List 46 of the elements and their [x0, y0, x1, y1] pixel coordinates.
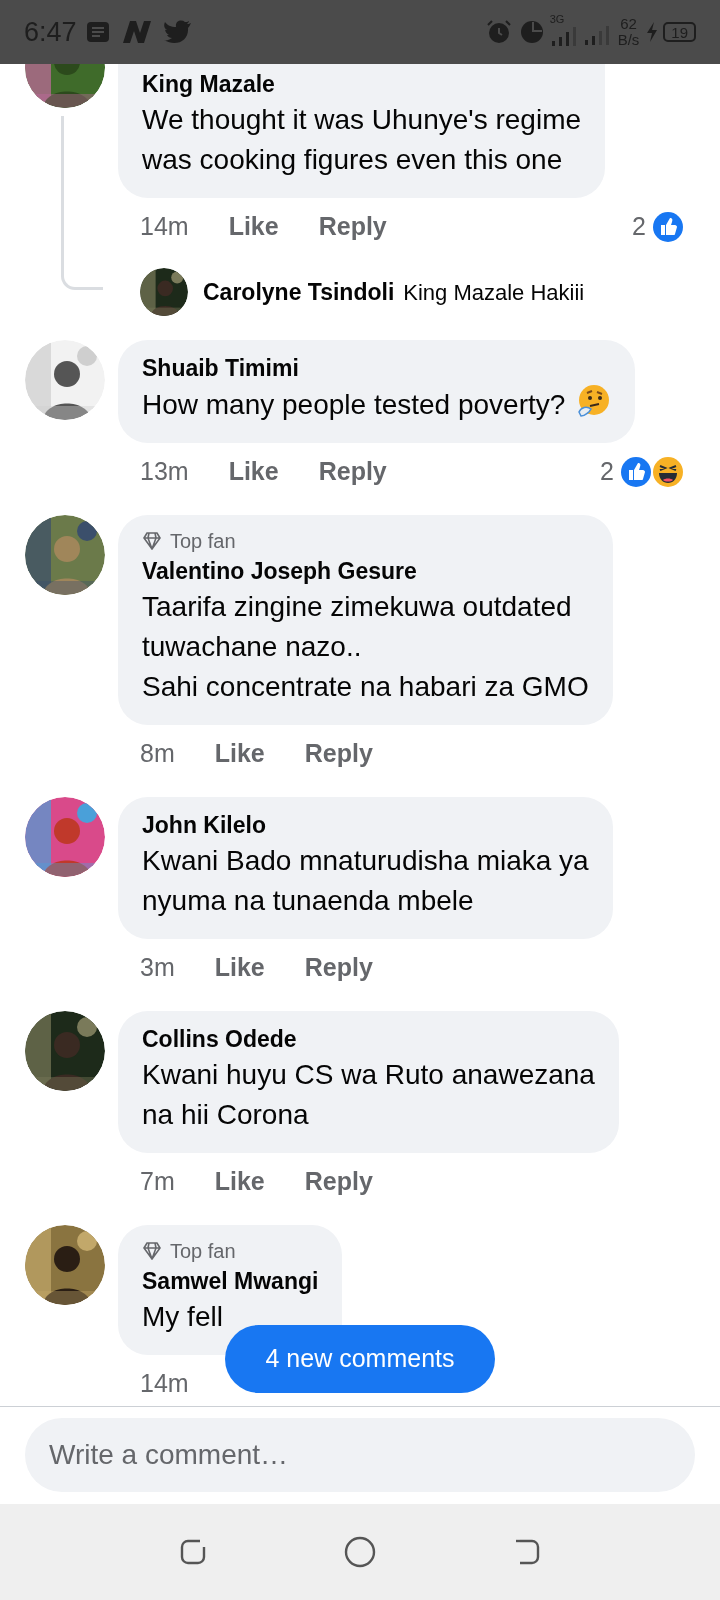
reaction-count: 2 — [632, 211, 646, 243]
signal-icon — [583, 24, 612, 46]
n-logo-icon — [120, 19, 153, 45]
author-name[interactable]: Samwel Mwangi — [142, 1265, 319, 1297]
charging-icon — [645, 21, 660, 43]
reply-link[interactable]: Reply — [304, 1163, 373, 1201]
comment-time: 14m — [140, 211, 189, 243]
like-link[interactable]: Like — [228, 208, 279, 246]
comment-text: We thought it was Uhunye's regime was cooking figures even this one — [142, 103, 582, 177]
author-name[interactable]: John Kilelo — [142, 809, 589, 841]
like-link[interactable]: Like — [214, 1163, 265, 1201]
comment-time: 13m — [140, 456, 189, 488]
diamond-icon — [142, 1242, 162, 1260]
comment-text: Kwani huyu CS wa Ruto anawezana na hii Corona — [142, 1058, 595, 1132]
comment-text: Taarifa zingine zimekuwa outdated tuwachane nazo.. Sahi concentrate na habari za GMO — [142, 590, 589, 704]
comment-time: 7m — [140, 1166, 175, 1198]
author-name[interactable]: Shuaib Timimi — [142, 352, 612, 384]
bird-icon — [162, 19, 193, 45]
new-comments-button[interactable]: 4 new comments — [225, 1325, 495, 1393]
home-icon[interactable] — [343, 1535, 377, 1569]
notes-icon — [84, 19, 111, 45]
reply-link[interactable]: Reply — [304, 735, 373, 773]
comment-text: How many people tested poverty? — [142, 384, 612, 425]
author-name[interactable]: Collins Odede — [142, 1023, 595, 1055]
comment-time: 3m — [140, 952, 175, 984]
comment-time: 8m — [140, 738, 175, 770]
pie-chart-icon — [519, 20, 544, 44]
comment-text: Kwani Bado mnaturudisha miaka ya nyuma na tunaenda mbele — [142, 844, 589, 918]
reply-link[interactable]: Reply — [318, 208, 387, 246]
comment-field[interactable]: Write a comment… — [25, 1418, 695, 1492]
comment-text: My fell — [142, 1300, 224, 1334]
top-fan-label: Top fan — [170, 529, 236, 554]
reply-link[interactable]: Reply — [304, 949, 373, 987]
top-fan-label: Top fan — [170, 1239, 236, 1264]
like-link[interactable]: Like — [214, 735, 265, 773]
author-name[interactable]: Valentino Joseph Gesure — [142, 555, 589, 587]
comment-time: 14m — [140, 1368, 189, 1400]
reply-link[interactable]: Reply — [318, 453, 387, 491]
author-name[interactable]: King Mazale — [142, 68, 582, 100]
diamond-icon — [142, 532, 162, 550]
alarm-icon — [485, 19, 512, 45]
reaction-count: 2 — [600, 456, 614, 488]
author-name[interactable]: Carolyne Tsindoli — [203, 274, 395, 310]
like-link[interactable]: Like — [228, 453, 279, 491]
reply-text: King Mazale Hakiii — [403, 278, 585, 307]
like-link[interactable]: Like — [214, 949, 265, 987]
